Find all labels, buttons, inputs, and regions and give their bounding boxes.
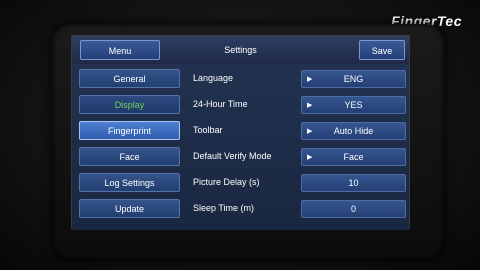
setting-label-picture-delay: Picture Delay (s) (193, 177, 260, 187)
play-arrow-icon: ▶ (307, 76, 313, 83)
setting-label-24-hour-time: 24-Hour Time (193, 99, 248, 109)
toolbar-select[interactable]: ▶ Auto Hide (301, 122, 406, 140)
picture-delay-field[interactable]: 10 (301, 174, 406, 192)
settings-panel: General Display Fingerprint Face Log Set… (72, 64, 409, 230)
24-hour-time-select[interactable]: ▶ YES (301, 96, 406, 114)
setting-label-toolbar: Toolbar (193, 125, 223, 135)
default-verify-mode-select[interactable]: ▶ Face (301, 148, 406, 166)
play-arrow-icon: ▶ (307, 154, 313, 161)
save-button[interactable]: Save (359, 40, 405, 60)
sidebar-item-fingerprint[interactable]: Fingerprint (79, 121, 180, 140)
language-value: ENG (343, 74, 364, 84)
language-select[interactable]: ▶ ENG (301, 70, 406, 88)
picture-delay-value: 10 (348, 178, 359, 188)
sidebar-item-display[interactable]: Display (79, 95, 180, 114)
device-screen: Menu Settings Save General Display Finge… (71, 35, 410, 230)
24-hour-time-value: YES (344, 100, 363, 110)
setting-label-language: Language (193, 73, 234, 83)
sidebar-item-general[interactable]: General (79, 69, 180, 88)
setting-label-sleep-time: Sleep Time (m) (193, 203, 255, 213)
toolbar-value: Auto Hide (333, 126, 374, 136)
setting-label-default-verify-mode: Default Verify Mode (193, 151, 272, 161)
sidebar-item-log-settings[interactable]: Log Settings (79, 173, 180, 192)
sidebar-item-face[interactable]: Face (79, 147, 180, 166)
play-arrow-icon: ▶ (307, 102, 313, 109)
sidebar-item-update[interactable]: Update (79, 199, 180, 218)
default-verify-mode-value: Face (343, 152, 364, 162)
play-arrow-icon: ▶ (307, 128, 313, 135)
sleep-time-field[interactable]: 0 (301, 200, 406, 218)
header-bar: Menu Settings Save (72, 36, 409, 64)
sleep-time-value: 0 (350, 204, 356, 214)
